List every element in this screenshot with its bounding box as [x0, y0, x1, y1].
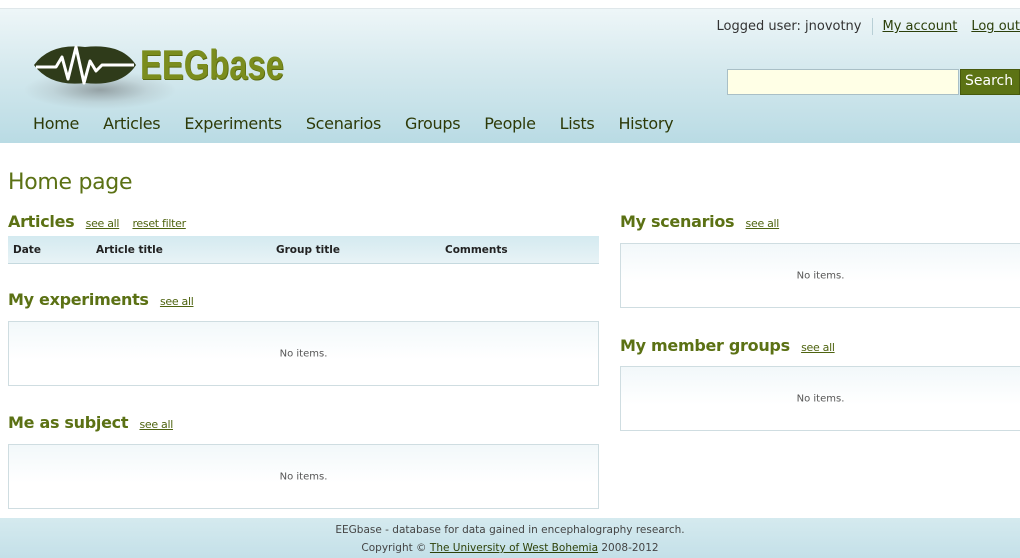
logout-link[interactable]: Log out [971, 19, 1020, 34]
nav-item-groups[interactable]: Groups [405, 114, 461, 133]
me-as-subject-box: No items. [8, 444, 599, 509]
nav-item-experiments[interactable]: Experiments [184, 114, 282, 133]
my-scenarios-box: No items. [620, 243, 1020, 308]
header: EEGbase Logged user: jnovotny My account… [0, 8, 1020, 143]
nav-item-people[interactable]: People [484, 114, 536, 133]
search-button[interactable]: Search [960, 69, 1020, 95]
articles-see-all-link[interactable]: see all [86, 217, 120, 230]
articles-title: Articles [8, 212, 75, 231]
me-as-subject-heading: Me as subject see all [8, 413, 173, 432]
articles-reset-filter-link[interactable]: reset filter [132, 217, 186, 230]
my-member-groups-box: No items. [620, 366, 1020, 431]
column-header-comments[interactable]: Comments [445, 244, 508, 256]
nav-item-articles[interactable]: Articles [103, 114, 161, 133]
my-experiments-title: My experiments [8, 290, 149, 309]
university-link[interactable]: The University of West Bohemia [430, 542, 598, 554]
my-experiments-box: No items. [8, 321, 599, 386]
my-scenarios-heading: My scenarios see all [620, 212, 779, 231]
my-scenarios-title: My scenarios [620, 212, 735, 231]
my-member-groups-see-all-link[interactable]: see all [801, 341, 835, 354]
me-as-subject-empty-text: No items. [279, 471, 328, 482]
my-member-groups-title: My member groups [620, 336, 790, 355]
me-as-subject-see-all-link[interactable]: see all [139, 418, 173, 431]
articles-table-header: Date Article title Group title Comments [8, 236, 599, 264]
my-experiments-heading: My experiments see all [8, 290, 194, 309]
my-scenarios-empty-text: No items. [796, 270, 845, 281]
footer-description: EEGbase - database for data gained in en… [335, 524, 685, 536]
my-experiments-empty-text: No items. [279, 348, 328, 359]
my-experiments-see-all-link[interactable]: see all [160, 295, 194, 308]
copyright-years: 2008-2012 [601, 542, 659, 554]
me-as-subject-title: Me as subject [8, 413, 129, 432]
footer: EEGbase - database for data gained in en… [0, 518, 1020, 558]
logged-user-label: Logged user: jnovotny [716, 19, 862, 34]
copyright-prefix: Copyright © [361, 542, 427, 554]
logo-text: EEGbase [140, 41, 284, 88]
nav-item-history[interactable]: History [618, 114, 673, 133]
my-account-link[interactable]: My account [883, 19, 958, 34]
search-input[interactable] [727, 69, 959, 95]
nav-item-scenarios[interactable]: Scenarios [306, 114, 382, 133]
column-header-group-title[interactable]: Group title [276, 244, 340, 256]
brain-wave-logo-icon [34, 45, 136, 85]
main-nav: Home Articles Experiments Scenarios Grou… [33, 114, 697, 133]
column-header-article-title[interactable]: Article title [96, 244, 163, 256]
my-scenarios-see-all-link[interactable]: see all [746, 217, 780, 230]
articles-heading: Articles see all reset filter [8, 212, 186, 231]
eegbase-logo[interactable]: EEGbase [25, 21, 315, 109]
column-header-date[interactable]: Date [13, 244, 41, 256]
my-member-groups-heading: My member groups see all [620, 336, 835, 355]
my-member-groups-empty-text: No items. [796, 393, 845, 404]
footer-copyright: Copyright © The University of West Bohem… [0, 539, 1020, 557]
user-bar: Logged user: jnovotny My account Log out [717, 18, 1020, 35]
nav-item-home[interactable]: Home [33, 114, 79, 133]
user-bar-divider [871, 18, 873, 35]
page-title: Home page [8, 170, 133, 195]
nav-item-lists[interactable]: Lists [560, 114, 595, 133]
